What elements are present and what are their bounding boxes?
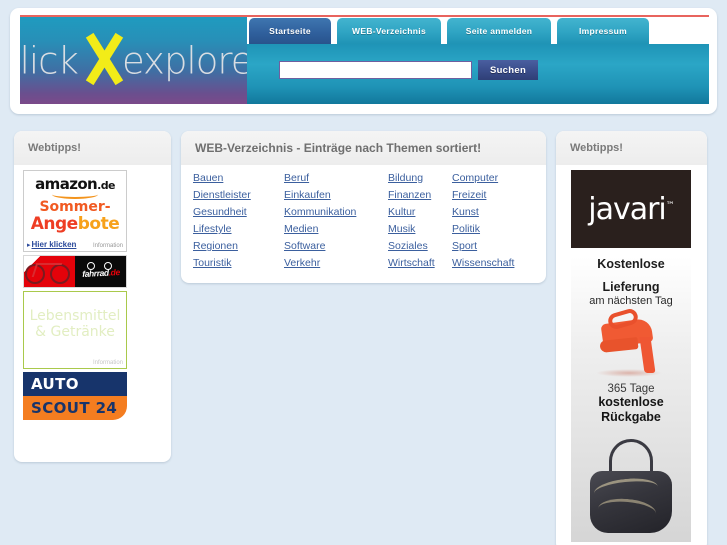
amazon-brand-name: amazon — [35, 175, 98, 193]
category-link-freizeit[interactable]: Freizeit — [452, 188, 532, 202]
bicycle-frame-icon — [31, 263, 63, 277]
handbag-icon — [576, 437, 686, 541]
amazon-cta-link[interactable]: Hier klicken — [32, 240, 77, 249]
javari-headline-5: kostenlose — [598, 395, 664, 409]
category-link-sport[interactable]: Sport — [452, 239, 532, 253]
category-link-bauen[interactable]: Bauen — [193, 171, 284, 185]
category-link-finanzen[interactable]: Finanzen — [388, 188, 452, 202]
category-link-gesundheit[interactable]: Gesundheit — [193, 205, 284, 219]
site-logo-text: click explorer — [20, 39, 247, 82]
header-container: click explorer Startseite WEB-Verzeichnis… — [10, 8, 717, 114]
category-link-computer[interactable]: Computer — [452, 171, 532, 185]
category-link-bildung[interactable]: Bildung — [388, 171, 452, 185]
main-panel-title: WEB-Verzeichnis - Einträge nach Themen s… — [181, 131, 546, 165]
fahrrad-logo-text: fahrrad.de — [81, 267, 119, 279]
category-link-kunst[interactable]: Kunst — [452, 205, 532, 219]
autoscout-line-2: SCOUT 24 — [23, 396, 127, 420]
javari-trademark-icon: ™ — [665, 200, 675, 211]
javari-logo-text: javari™ — [588, 191, 675, 227]
category-link-musik[interactable]: Musik — [388, 222, 452, 236]
ad-amazon[interactable]: amazon.de Sommer- Angebote ▸ Hier klicke… — [23, 170, 127, 252]
header-inner: click explorer Startseite WEB-Verzeichnis… — [20, 15, 709, 109]
javari-logo-block: javari™ — [571, 170, 691, 248]
amazon-swoosh-icon — [52, 192, 98, 199]
search-input[interactable] — [279, 61, 472, 79]
ad-fahrrad[interactable]: fahrrad.de — [23, 255, 127, 288]
category-link-medien[interactable]: Medien — [284, 222, 388, 236]
category-link-software[interactable]: Software — [284, 239, 388, 253]
ad-javari[interactable]: javari™ Kostenlose Lieferung am nächsten… — [571, 170, 691, 542]
right-sidebar-panel: Webtipps! javari™ Kostenlose Lieferung a… — [556, 131, 707, 545]
food-info-label: Information — [92, 360, 123, 366]
category-link-touristik[interactable]: Touristik — [193, 256, 284, 270]
amazon-headline-2a: Ange — [30, 214, 78, 234]
javari-headline-2: Lieferung — [602, 280, 660, 294]
tab-impressum[interactable]: Impressum — [557, 18, 649, 44]
page-root: click explorer Startseite WEB-Verzeichnis… — [0, 0, 727, 545]
category-link-dienstleister[interactable]: Dienstleister — [193, 188, 284, 202]
tab-web-verzeichnis[interactable]: WEB-Verzeichnis — [337, 18, 441, 44]
javari-ad-body: Kostenlose Lieferung am nächsten Tag 365… — [571, 257, 691, 542]
autoscout-line-1: AUTO — [23, 372, 127, 396]
header-top-rule — [20, 15, 709, 17]
left-sidebar-panel: Webtipps! amazon.de Sommer- Angebote ▸ H… — [14, 131, 171, 462]
category-link-soziales[interactable]: Soziales — [388, 239, 452, 253]
primary-navigation: Startseite WEB-Verzeichnis Seite anmelde… — [247, 17, 709, 44]
amazon-headline-2: Angebote — [24, 215, 126, 233]
logo-x-icon — [82, 32, 128, 86]
tab-seite-anmelden[interactable]: Seite anmelden — [447, 18, 551, 44]
logo-text-left: click — [20, 39, 79, 82]
amazon-headline-2b: bote — [77, 214, 120, 234]
category-link-einkaufen[interactable]: Einkaufen — [284, 188, 388, 202]
main-content-panel: WEB-Verzeichnis - Einträge nach Themen s… — [181, 131, 546, 283]
javari-headline-6: Rückgabe — [601, 410, 661, 424]
category-link-lifestyle[interactable]: Lifestyle — [193, 222, 284, 236]
category-link-kultur[interactable]: Kultur — [388, 205, 452, 219]
category-link-beruf[interactable]: Beruf — [284, 171, 388, 185]
amazon-info-label: Information — [92, 243, 123, 249]
high-heel-shoe-icon — [576, 307, 686, 381]
category-link-wissenschaft[interactable]: Wissenschaft — [452, 256, 532, 270]
search-submit-button[interactable]: Suchen — [478, 60, 538, 80]
javari-logo-name: javari — [588, 191, 667, 227]
bicycle-photo — [24, 256, 75, 287]
fahrrad-logo-block: fahrrad.de — [75, 256, 126, 287]
amazon-footer: ▸ Hier klicken Information — [24, 240, 126, 249]
arrow-right-icon: ▸ — [27, 242, 31, 249]
amazon-brand: amazon.de — [24, 175, 126, 193]
category-link-kommunikation[interactable]: Kommunikation — [284, 205, 388, 219]
category-link-wirtschaft[interactable]: Wirtschaft — [388, 256, 452, 270]
fahrrad-logo-name: fahrrad — [81, 267, 109, 280]
category-grid: Bauen Beruf Bildung Computer Dienstleist… — [193, 171, 535, 270]
category-link-verkehr[interactable]: Verkehr — [284, 256, 388, 270]
javari-headline-3: am nächsten Tag — [589, 295, 673, 307]
food-headline-2: & Getränke — [35, 324, 115, 340]
fahrrad-logo-tld: .de — [107, 267, 120, 278]
amazon-headline-1: Sommer- — [39, 199, 111, 215]
tab-startseite[interactable]: Startseite — [249, 18, 331, 44]
right-sidebar-title: Webtipps! — [556, 131, 707, 165]
javari-headline-1: Kostenlose — [597, 257, 665, 271]
category-link-regionen[interactable]: Regionen — [193, 239, 284, 253]
ad-autoscout24[interactable]: AUTO SCOUT 24 — [23, 372, 127, 420]
site-logo[interactable]: click explorer — [20, 17, 247, 104]
javari-headline-4: 365 Tage — [607, 383, 655, 395]
amazon-brand-tld: .de — [97, 179, 115, 192]
logo-text-right: explorer — [121, 39, 247, 82]
category-link-politik[interactable]: Politik — [452, 222, 532, 236]
food-headline-1: Lebensmittel — [29, 308, 121, 324]
ad-lebensmittel[interactable]: Lebensmittel & Getränke Information — [23, 291, 127, 369]
left-sidebar-title: Webtipps! — [14, 131, 171, 165]
search-bar: Suchen — [247, 43, 709, 104]
